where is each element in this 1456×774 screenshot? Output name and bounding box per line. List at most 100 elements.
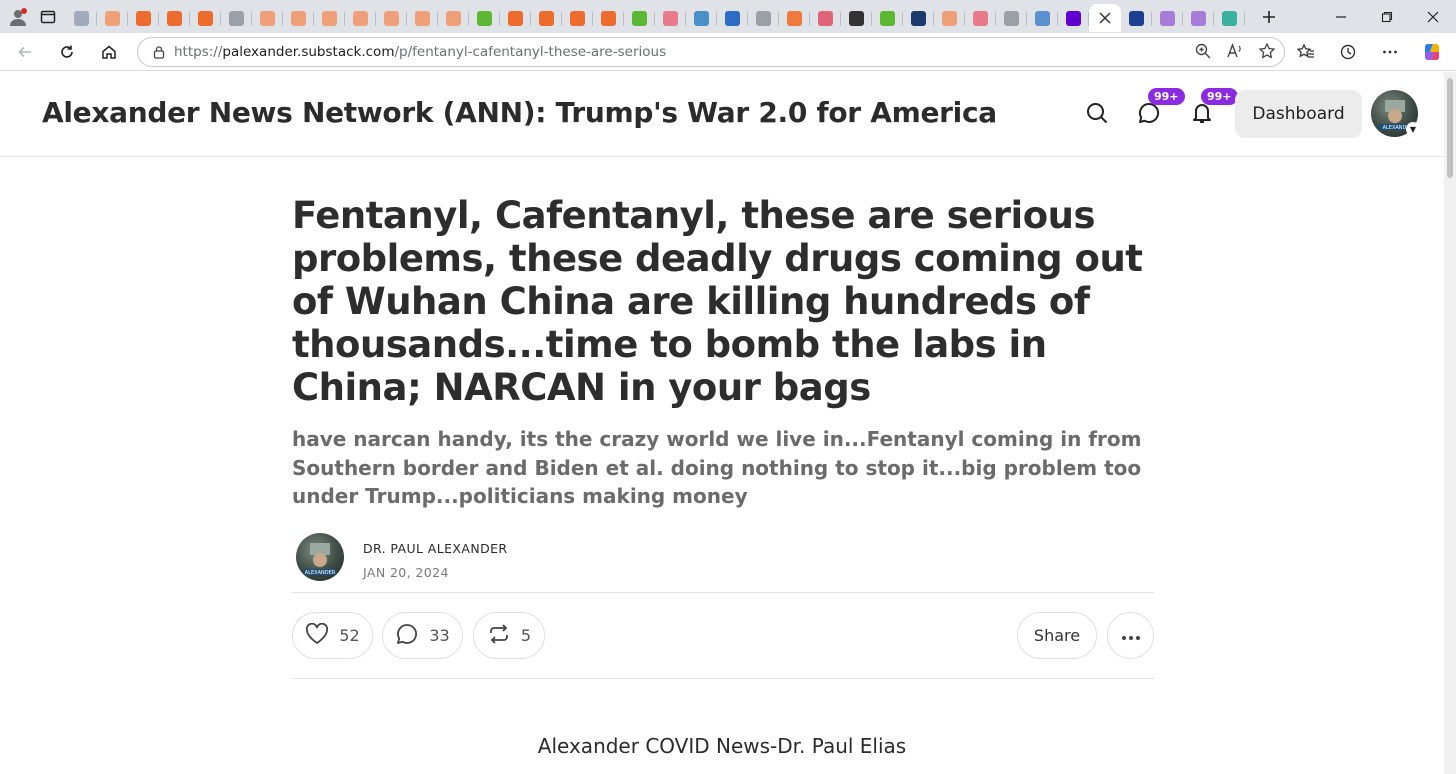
browser-tab[interactable] xyxy=(345,4,376,32)
favorites-icon[interactable] xyxy=(1288,34,1324,70)
profile-icon[interactable] xyxy=(6,5,30,29)
post-date: JAN 20, 2024 xyxy=(363,564,449,580)
browser-tab[interactable] xyxy=(655,4,686,32)
browser-tab[interactable] xyxy=(407,4,438,32)
substack-favicon xyxy=(198,10,213,26)
browser-tab[interactable] xyxy=(221,4,252,32)
substack-favicon xyxy=(291,10,306,26)
address-bar[interactable]: https://palexander.substack.com/p/fentan… xyxy=(137,37,1285,67)
browser-tab[interactable] xyxy=(66,4,97,32)
substack-favicon xyxy=(167,10,182,26)
share-button[interactable]: Share xyxy=(1017,612,1097,659)
browser-tab[interactable] xyxy=(97,4,128,32)
divider-top xyxy=(292,592,1154,593)
browser-tab[interactable] xyxy=(841,4,872,32)
substack-favicon xyxy=(260,10,275,26)
close-window-icon[interactable] xyxy=(1410,0,1456,33)
browser-tab[interactable] xyxy=(593,4,624,32)
browser-tab[interactable] xyxy=(810,4,841,32)
restack-button[interactable]: 5 xyxy=(473,612,545,659)
browser-tab[interactable] xyxy=(438,4,469,32)
history-icon[interactable] xyxy=(1330,34,1366,70)
url-text[interactable]: https://palexander.substack.com/p/fentan… xyxy=(174,44,666,60)
browser-tab[interactable] xyxy=(314,4,345,32)
browser-tab[interactable] xyxy=(779,4,810,32)
substack-favicon xyxy=(105,10,120,26)
browser-tab[interactable] xyxy=(934,4,965,32)
browser-tab[interactable] xyxy=(128,4,159,32)
site-title[interactable]: Alexander News Network (ANN): Trump's Wa… xyxy=(42,96,997,129)
browser-tab[interactable] xyxy=(190,4,221,32)
close-tab-icon[interactable] xyxy=(1099,9,1111,28)
browser-tab[interactable] xyxy=(1027,4,1058,32)
browser-tab[interactable] xyxy=(996,4,1027,32)
read-aloud-icon[interactable] xyxy=(1226,42,1244,64)
browser-tab[interactable] xyxy=(1058,4,1089,32)
translate-favicon xyxy=(694,10,709,26)
substack-favicon xyxy=(539,10,554,26)
restore-icon[interactable] xyxy=(1364,0,1410,33)
browser-tab[interactable] xyxy=(903,4,934,32)
zoom-icon[interactable] xyxy=(1194,42,1212,64)
like-button[interactable]: 52 xyxy=(292,612,373,659)
svg-text:ALEXANDER: ALEXANDER xyxy=(305,570,336,576)
browser-tab[interactable] xyxy=(469,4,500,32)
author-name[interactable]: DR. PAUL ALEXANDER xyxy=(363,541,507,556)
share-label: Share xyxy=(1033,626,1081,645)
restack-icon xyxy=(487,622,511,650)
youtube-favicon xyxy=(973,10,988,26)
scrollbar-thumb[interactable] xyxy=(1447,78,1453,178)
copilot-icon[interactable] xyxy=(1414,34,1450,70)
minimize-icon[interactable] xyxy=(1318,0,1364,33)
browser-tab[interactable] xyxy=(376,4,407,32)
edge-favicon xyxy=(1222,10,1237,26)
browser-tab[interactable] xyxy=(748,4,779,32)
blogger-favicon xyxy=(787,10,802,26)
browser-tab[interactable] xyxy=(1152,4,1183,32)
tab-actions-icon[interactable] xyxy=(36,5,60,29)
substack-favicon xyxy=(415,10,430,26)
more-options-button[interactable] xyxy=(1107,612,1154,659)
chat-icon[interactable]: 99+ xyxy=(1134,88,1185,128)
browser-tab[interactable] xyxy=(562,4,593,32)
comment-button[interactable]: 33 xyxy=(382,612,463,659)
dashboard-button[interactable]: Dashboard xyxy=(1235,90,1362,138)
chevron-down-icon[interactable]: ▼ xyxy=(1406,122,1420,136)
lock-icon[interactable] xyxy=(152,45,166,59)
notifications-bell-icon[interactable]: 99+ xyxy=(1187,88,1238,128)
favorite-star-icon[interactable] xyxy=(1258,42,1276,64)
browser-tab[interactable] xyxy=(159,4,190,32)
browser-tab[interactable] xyxy=(531,4,562,32)
generic-favicon xyxy=(1004,10,1019,26)
browser-tab[interactable] xyxy=(1183,4,1214,32)
search-icon[interactable] xyxy=(1082,98,1112,128)
like-count: 52 xyxy=(339,626,360,645)
substack-favicon xyxy=(446,10,461,26)
tab-active[interactable] xyxy=(1089,4,1121,32)
browser-tab[interactable] xyxy=(717,4,748,32)
back-icon[interactable] xyxy=(4,34,46,70)
heart-icon xyxy=(305,622,329,649)
article-headline: Fentanyl, Cafentanyl, these are serious … xyxy=(292,194,1143,409)
browser-tab[interactable] xyxy=(1121,4,1152,32)
browser-tab[interactable] xyxy=(965,4,996,32)
more-dots-icon xyxy=(1121,626,1141,645)
browser-tab[interactable] xyxy=(252,4,283,32)
browser-tab[interactable] xyxy=(500,4,531,32)
url-scheme: https:// xyxy=(174,44,223,60)
new-tab-icon[interactable] xyxy=(1257,5,1281,29)
more-menu-icon[interactable] xyxy=(1372,34,1408,70)
substack-favicon xyxy=(136,10,151,26)
home-icon[interactable] xyxy=(88,34,130,70)
yahoo-favicon xyxy=(1160,10,1175,26)
browser-tab[interactable] xyxy=(686,4,717,32)
comment-icon xyxy=(395,622,419,650)
author-avatar[interactable]: ALEXANDER xyxy=(296,532,344,581)
browser-tab[interactable] xyxy=(1214,4,1245,32)
browser-tab[interactable] xyxy=(283,4,314,32)
browser-tab[interactable] xyxy=(872,4,903,32)
article: Fentanyl, Cafentanyl, these are serious … xyxy=(292,194,1154,589)
browser-tab[interactable] xyxy=(624,4,655,32)
refresh-icon[interactable] xyxy=(46,34,88,70)
substack-favicon xyxy=(570,10,585,26)
